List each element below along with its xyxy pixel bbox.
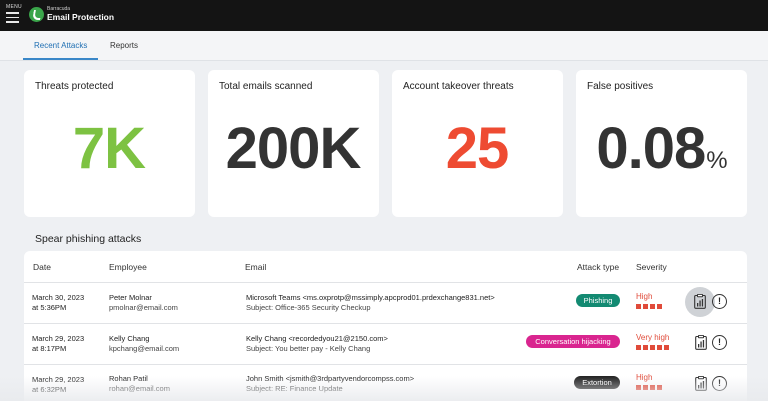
email-sender: John Smith <jsmith@3rdpartyvendorcompss.… — [246, 374, 415, 383]
severity-bar — [657, 385, 662, 390]
row-time: at 8:17PM — [32, 344, 67, 353]
row-time: at 5:36PM — [32, 303, 67, 312]
employee-email: pmolnar@email.com — [109, 303, 178, 312]
row-date: March 29, 2023 — [32, 375, 85, 384]
table-row[interactable]: March 29, 2023 at 6:32PM Rohan Patil roh… — [24, 364, 747, 401]
row-date: March 30, 2023 — [32, 293, 85, 302]
severity-bar — [643, 345, 648, 350]
stat-value: 0.08% — [596, 116, 727, 181]
stat-label: False positives — [587, 81, 654, 92]
severity-bar — [636, 345, 641, 350]
stat-label: Total emails scanned — [219, 81, 313, 92]
stat-value: 7K — [72, 116, 146, 181]
column-header-email[interactable]: Email — [245, 262, 266, 272]
stat-value: 25 — [445, 116, 510, 181]
column-header-attack-type[interactable]: Attack type — [577, 262, 619, 272]
employee-name: Kelly Chang — [109, 334, 150, 343]
severity-label: Very high — [636, 333, 670, 342]
attack-type-badge[interactable]: Phishing — [576, 294, 620, 307]
severity-label: High — [636, 373, 653, 382]
attacks-table: Date Employee Email Attack type Severity… — [24, 251, 747, 401]
tab-bar: Recent Attacks Reports — [0, 31, 768, 61]
stat-value: 200K — [225, 116, 362, 181]
severity-bar — [650, 345, 655, 350]
table-row[interactable]: March 29, 2023 at 8:17PM Kelly Chang kpc… — [24, 323, 747, 363]
severity-bar — [657, 345, 662, 350]
menu-label: MENU — [6, 4, 22, 10]
tab-recent-attacks[interactable]: Recent Attacks — [34, 41, 87, 50]
email-sender: Microsoft Teams <ms.oxprotp@mssimply.apc… — [246, 293, 495, 302]
tab-divider — [0, 60, 768, 61]
stat-label: Threats protected — [35, 81, 114, 92]
email-subject: Subject: RE: Finance Update — [246, 384, 343, 393]
stat-card-account-takeover-threats: Account takeover threats 25 — [392, 70, 563, 217]
column-header-date[interactable]: Date — [33, 262, 51, 272]
email-subject: Subject: Office-365 Security Checkup — [246, 303, 371, 312]
barracuda-logo-icon — [29, 7, 44, 22]
severity-bar — [643, 304, 648, 309]
stat-card-false-positives: False positives 0.08% — [576, 70, 747, 217]
severity-bar — [636, 385, 641, 390]
table-row[interactable]: March 30, 2023 at 5:36PM Peter Molnar pm… — [24, 282, 747, 322]
report-icon[interactable] — [693, 376, 708, 391]
row-date: March 29, 2023 — [32, 334, 85, 343]
alert-icon[interactable]: ! — [712, 376, 727, 391]
severity-bar — [643, 385, 648, 390]
severity-bar — [650, 304, 655, 309]
stat-card-total-emails-scanned: Total emails scanned 200K — [208, 70, 379, 217]
report-icon[interactable] — [693, 335, 708, 350]
top-bar: MENU Barracuda Email Protection — [0, 0, 768, 31]
severity-bars — [636, 345, 669, 350]
employee-name: Rohan Patil — [109, 374, 148, 383]
stat-card-threats-protected: Threats protected 7K — [24, 70, 195, 217]
severity-bars — [636, 385, 662, 390]
severity-label: High — [636, 292, 653, 301]
section-title: Spear phishing attacks — [35, 233, 142, 245]
email-sender: Kelly Chang <recordedyou21@2150.com> — [246, 334, 388, 343]
employee-email: rohan@email.com — [109, 384, 170, 393]
severity-bars — [636, 304, 662, 309]
menu-button[interactable]: MENU — [6, 4, 22, 26]
attack-type-badge[interactable]: Conversation hijacking — [526, 335, 620, 348]
attack-type-badge[interactable]: Extortion — [574, 376, 620, 389]
report-icon[interactable] — [685, 287, 715, 317]
severity-bar — [657, 304, 662, 309]
alert-icon[interactable]: ! — [712, 294, 727, 309]
severity-bar — [636, 304, 641, 309]
stat-label: Account takeover threats — [403, 81, 514, 92]
alert-icon[interactable]: ! — [712, 335, 727, 350]
severity-bar — [650, 385, 655, 390]
row-time: at 6:32PM — [32, 385, 67, 394]
employee-name: Peter Molnar — [109, 293, 152, 302]
hamburger-icon — [6, 12, 19, 26]
column-header-severity[interactable]: Severity — [636, 262, 667, 272]
employee-email: kpchang@email.com — [109, 344, 180, 353]
severity-bar — [664, 345, 669, 350]
column-header-employee[interactable]: Employee — [109, 262, 147, 272]
tab-reports[interactable]: Reports — [110, 41, 138, 50]
logo-product: Email Protection — [47, 12, 115, 22]
email-subject: Subject: You better pay - Kelly Chang — [246, 344, 371, 353]
